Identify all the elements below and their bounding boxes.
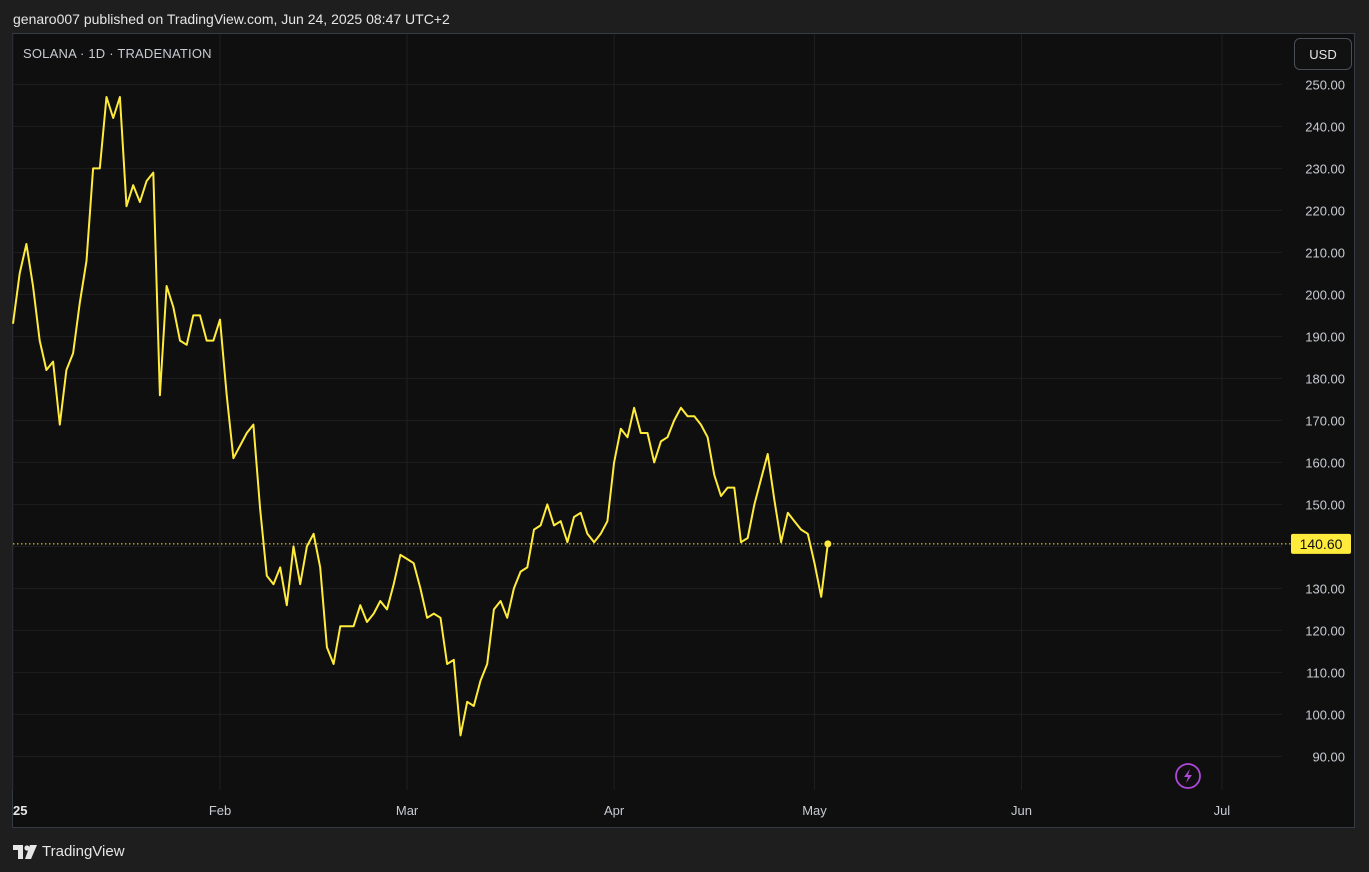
x-tick-label: Mar bbox=[396, 803, 419, 818]
y-tick-label: 220.00 bbox=[1305, 203, 1345, 218]
tradingview-brand[interactable]: TradingView bbox=[13, 843, 125, 860]
x-tick-label: Jun bbox=[1011, 803, 1032, 818]
y-tick-label: 190.00 bbox=[1305, 329, 1345, 344]
y-tick-label: 130.00 bbox=[1305, 581, 1345, 596]
y-tick-label: 160.00 bbox=[1305, 455, 1345, 470]
y-tick-label: 100.00 bbox=[1305, 707, 1345, 722]
y-tick-label: 250.00 bbox=[1305, 77, 1345, 92]
y-tick-label: 180.00 bbox=[1305, 371, 1345, 386]
symbol-legend[interactable]: SOLANA · 1D · TRADENATION bbox=[23, 46, 212, 61]
y-tick-label: 240.00 bbox=[1305, 119, 1345, 134]
lightning-icon[interactable] bbox=[1175, 763, 1201, 789]
y-tick-label: 120.00 bbox=[1305, 623, 1345, 638]
last-price-text: 140.60 bbox=[1300, 536, 1343, 552]
y-tick-label: 110.00 bbox=[1306, 665, 1345, 680]
price-axis[interactable]: 90.00100.00110.00120.00130.00140.00150.0… bbox=[1305, 77, 1345, 764]
tradingview-logo-icon bbox=[13, 844, 37, 859]
footer-bar bbox=[0, 828, 1369, 872]
x-tick-label: Feb bbox=[209, 803, 231, 818]
price-chart[interactable]: 25 Feb Mar Apr May Jun Jul 90.00 100.00 110.00 12… bbox=[0, 0, 1369, 872]
price-series-line bbox=[12, 96, 829, 737]
last-price-label: 140.60 bbox=[1291, 533, 1351, 554]
time-axis[interactable]: 25 Feb Mar Apr May Jun Jul bbox=[13, 803, 1230, 818]
x-tick-label: 25 bbox=[13, 803, 27, 818]
y-tick-label: 210.00 bbox=[1305, 245, 1345, 260]
y-tick-label: 170.00 bbox=[1305, 413, 1345, 428]
y-tick-label: 90.00 bbox=[1312, 749, 1345, 764]
last-price-point bbox=[824, 540, 832, 548]
x-tick-label: Jul bbox=[1214, 803, 1231, 818]
x-tick-label: May bbox=[802, 803, 827, 818]
x-tick-label: Apr bbox=[604, 803, 625, 818]
grid bbox=[12, 34, 1282, 790]
y-tick-label: 230.00 bbox=[1305, 161, 1345, 176]
brand-text: TradingView bbox=[42, 843, 125, 860]
y-tick-label: 150.00 bbox=[1305, 497, 1345, 512]
y-tick-label: 200.00 bbox=[1305, 287, 1345, 302]
currency-button[interactable]: USD bbox=[1294, 38, 1352, 70]
